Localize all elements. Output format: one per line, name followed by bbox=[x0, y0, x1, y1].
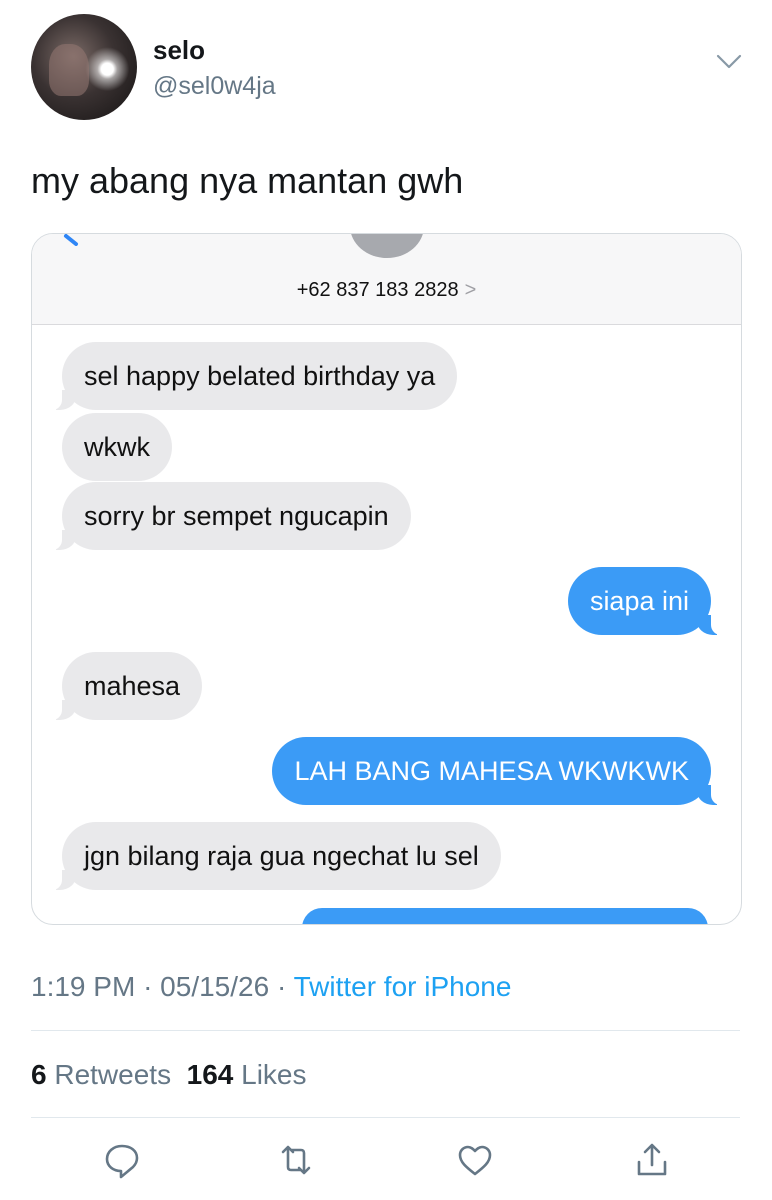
share-icon[interactable] bbox=[633, 1140, 671, 1180]
likes-count: 164 bbox=[186, 1059, 234, 1090]
attached-image[interactable]: +62 837 183 2828 > sel happy belated birt… bbox=[31, 233, 742, 925]
retweets-count: 6 bbox=[31, 1059, 47, 1090]
received-message: mahesa bbox=[51, 652, 203, 720]
heart-icon[interactable] bbox=[456, 1140, 494, 1180]
received-message: jgn bilang raja gua ngechat lu sel bbox=[52, 822, 501, 890]
separator: · bbox=[276, 971, 287, 1002]
engagement-stats: 6 Retweets 164 Likes bbox=[31, 1059, 307, 1091]
retweets-label: Retweets bbox=[54, 1059, 172, 1090]
sent-message-partial bbox=[302, 908, 708, 924]
contact-avatar bbox=[350, 234, 424, 258]
tweet-date: 05/15/26 bbox=[160, 971, 270, 1002]
chevron-down-icon[interactable] bbox=[716, 52, 742, 70]
divider bbox=[31, 1117, 740, 1118]
sent-message: LAH BANG MAHESA WKWKWK bbox=[272, 737, 721, 805]
received-message: wkwk bbox=[62, 413, 172, 481]
likes-label: Likes bbox=[241, 1059, 307, 1090]
tweet-source-link[interactable]: Twitter for iPhone bbox=[294, 971, 512, 1002]
received-message: sorry br sempet ngucapin bbox=[52, 482, 411, 550]
contact-number: +62 837 183 2828 > bbox=[32, 279, 741, 302]
separator: · bbox=[143, 971, 153, 1002]
reply-icon[interactable] bbox=[103, 1140, 141, 1180]
user-handle[interactable]: @sel0w4ja bbox=[153, 72, 276, 101]
divider bbox=[31, 1030, 740, 1031]
sent-message: siapa ini bbox=[567, 567, 722, 635]
back-chevron-icon bbox=[64, 234, 78, 246]
contact-number-text: +62 837 183 2828 bbox=[296, 279, 459, 301]
likes-stat[interactable]: 164 Likes bbox=[187, 1059, 307, 1090]
avatar[interactable] bbox=[31, 14, 137, 120]
received-message: sel happy belated birthday ya bbox=[51, 342, 458, 410]
display-name[interactable]: selo bbox=[153, 35, 205, 66]
retweet-icon[interactable] bbox=[277, 1140, 315, 1180]
tweet-text: my abang nya mantan gwh bbox=[31, 160, 464, 201]
tweet-metadata: 1:19 PM · 05/15/26 · Twitter for iPhone bbox=[31, 971, 511, 1003]
chevron-right-icon: > bbox=[464, 279, 477, 301]
retweets-stat[interactable]: 6 Retweets bbox=[31, 1059, 171, 1090]
chat-header: +62 837 183 2828 > bbox=[32, 234, 741, 325]
message-thread: sel happy belated birthday ya wkwk sorry… bbox=[32, 325, 741, 924]
tweet-time: 1:19 PM bbox=[31, 971, 136, 1002]
